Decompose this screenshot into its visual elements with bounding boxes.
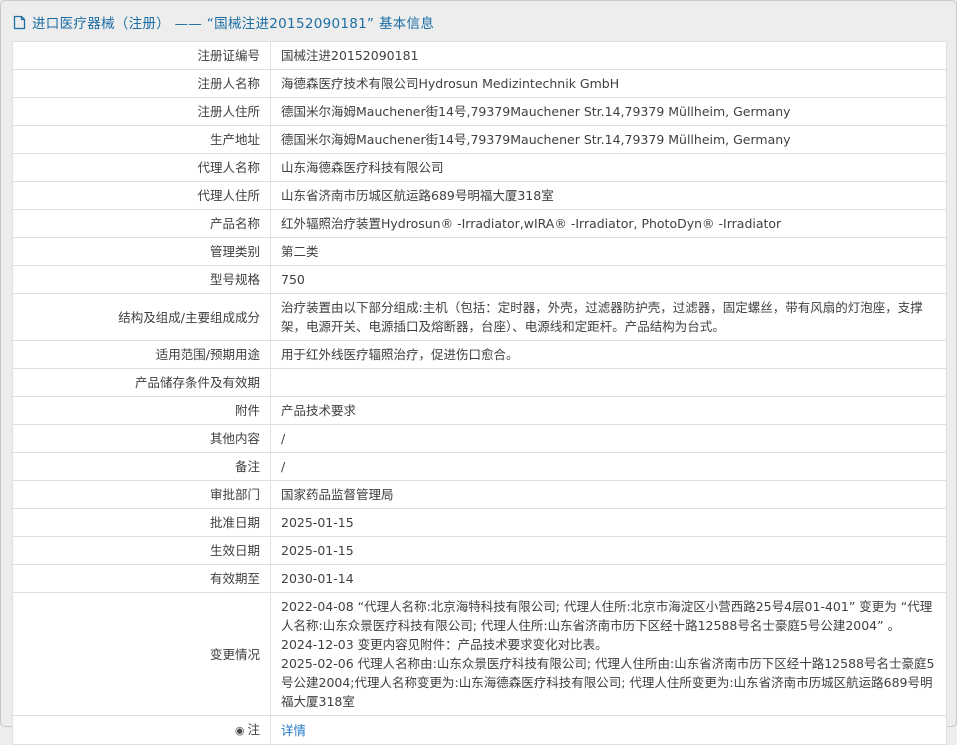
row-value: 产品技术要求 bbox=[270, 396, 947, 425]
page-header: 进口医疗器械（注册） —— “国械注进20152090181” 基本信息 bbox=[1, 1, 956, 41]
row-value: 2025-01-15 bbox=[270, 536, 947, 565]
row-value: 第二类 bbox=[270, 237, 947, 266]
row-label: 注册人住所 bbox=[12, 97, 271, 126]
row-label: 代理人住所 bbox=[12, 181, 271, 210]
table-row: 结构及组成/主要组成成分 治疗装置由以下部分组成:主机（包括：定时器，外壳，过滤器… bbox=[12, 293, 947, 341]
row-value: 750 bbox=[270, 265, 947, 294]
row-label: 型号规格 bbox=[12, 265, 271, 294]
row-label: 其他内容 bbox=[12, 424, 271, 453]
document-icon bbox=[13, 15, 26, 30]
table-row: 注册证编号 国械注进20152090181 bbox=[12, 41, 947, 70]
row-label: 审批部门 bbox=[12, 480, 271, 509]
row-label: 管理类别 bbox=[12, 237, 271, 266]
row-label: 备注 bbox=[12, 452, 271, 481]
row-value: 2030-01-14 bbox=[270, 564, 947, 593]
row-value: 红外辐照治疗装置Hydrosun® -Irradiator,wIRA® -Irr… bbox=[270, 209, 947, 238]
details-link[interactable]: 详情 bbox=[281, 723, 306, 738]
table-row: 生效日期 2025-01-15 bbox=[12, 536, 947, 565]
table-row: 附件 产品技术要求 bbox=[12, 396, 947, 425]
table-row: 批准日期 2025-01-15 bbox=[12, 508, 947, 537]
row-label: 生效日期 bbox=[12, 536, 271, 565]
table-row: 备注 / bbox=[12, 452, 947, 481]
row-value: 国家药品监督管理局 bbox=[270, 480, 947, 509]
row-value: / bbox=[270, 424, 947, 453]
row-label: 产品储存条件及有效期 bbox=[12, 368, 271, 397]
row-value: 山东省济南市历城区航运路689号明福大厦318室 bbox=[270, 181, 947, 210]
table-row: 代理人住所 山东省济南市历城区航运路689号明福大厦318室 bbox=[12, 181, 947, 210]
table-row: 有效期至 2030-01-14 bbox=[12, 564, 947, 593]
row-label: 产品名称 bbox=[12, 209, 271, 238]
row-label: 注册证编号 bbox=[12, 41, 271, 70]
row-value: 山东海德森医疗科技有限公司 bbox=[270, 153, 947, 182]
row-label: 代理人名称 bbox=[12, 153, 271, 182]
table-row: 注册人名称 海德森医疗技术有限公司Hydrosun Medizintechnik … bbox=[12, 69, 947, 98]
row-value: 2025-01-15 bbox=[270, 508, 947, 537]
row-value: 德国米尔海姆Mauchener街14号,79379Mauchener Str.1… bbox=[270, 125, 947, 154]
row-value: 2022-04-08 “代理人名称:北京海特科技有限公司; 代理人住所:北京市海… bbox=[270, 592, 947, 716]
table-row: 产品储存条件及有效期 bbox=[12, 368, 947, 397]
registration-info-table: 注册证编号 国械注进20152090181 注册人名称 海德森医疗技术有限公司Hydr… bbox=[12, 41, 947, 745]
row-value: 治疗装置由以下部分组成:主机（包括：定时器，外壳，过滤器防护壳，过滤器，固定螺丝… bbox=[270, 293, 947, 341]
table-row: 审批部门 国家药品监督管理局 bbox=[12, 480, 947, 509]
row-label: 附件 bbox=[12, 396, 271, 425]
row-value: 用于红外线医疗辐照治疗，促进伤口愈合。 bbox=[270, 340, 947, 369]
row-value bbox=[270, 368, 947, 397]
row-label: ◉ 注 bbox=[12, 715, 271, 745]
row-value: / bbox=[270, 452, 947, 481]
table-row: 适用范围/预期用途 用于红外线医疗辐照治疗，促进伤口愈合。 bbox=[12, 340, 947, 369]
row-label: 适用范围/预期用途 bbox=[12, 340, 271, 369]
table-row: 其他内容 / bbox=[12, 424, 947, 453]
table-row: 代理人名称 山东海德森医疗科技有限公司 bbox=[12, 153, 947, 182]
row-label: 注册人名称 bbox=[12, 69, 271, 98]
row-value: 海德森医疗技术有限公司Hydrosun Medizintechnik GmbH bbox=[270, 69, 947, 98]
row-label: 生产地址 bbox=[12, 125, 271, 154]
row-label: 变更情况 bbox=[12, 592, 271, 716]
row-value: 德国米尔海姆Mauchener街14号,79379Mauchener Str.1… bbox=[270, 97, 947, 126]
table-row: 注册人住所 德国米尔海姆Mauchener街14号,79379Mauchener … bbox=[12, 97, 947, 126]
row-value: 国械注进20152090181 bbox=[270, 41, 947, 70]
table-row: 生产地址 德国米尔海姆Mauchener街14号,79379Mauchener S… bbox=[12, 125, 947, 154]
row-label: 批准日期 bbox=[12, 508, 271, 537]
table-row: ◉ 注详情 bbox=[12, 715, 947, 745]
page-title: 进口医疗器械（注册） —— “国械注进20152090181” 基本信息 bbox=[32, 16, 435, 32]
table-row: 变更情况 2022-04-08 “代理人名称:北京海特科技有限公司; 代理人住所:… bbox=[12, 592, 947, 716]
note-icon: ◉ bbox=[234, 724, 245, 737]
table-row: 产品名称 红外辐照治疗装置Hydrosun® -Irradiator,wIRA® … bbox=[12, 209, 947, 238]
row-label: 有效期至 bbox=[12, 564, 271, 593]
table-row: 型号规格 750 bbox=[12, 265, 947, 294]
row-label: 结构及组成/主要组成成分 bbox=[12, 293, 271, 341]
row-value: 详情 bbox=[270, 715, 947, 745]
table-row: 管理类别 第二类 bbox=[12, 237, 947, 266]
